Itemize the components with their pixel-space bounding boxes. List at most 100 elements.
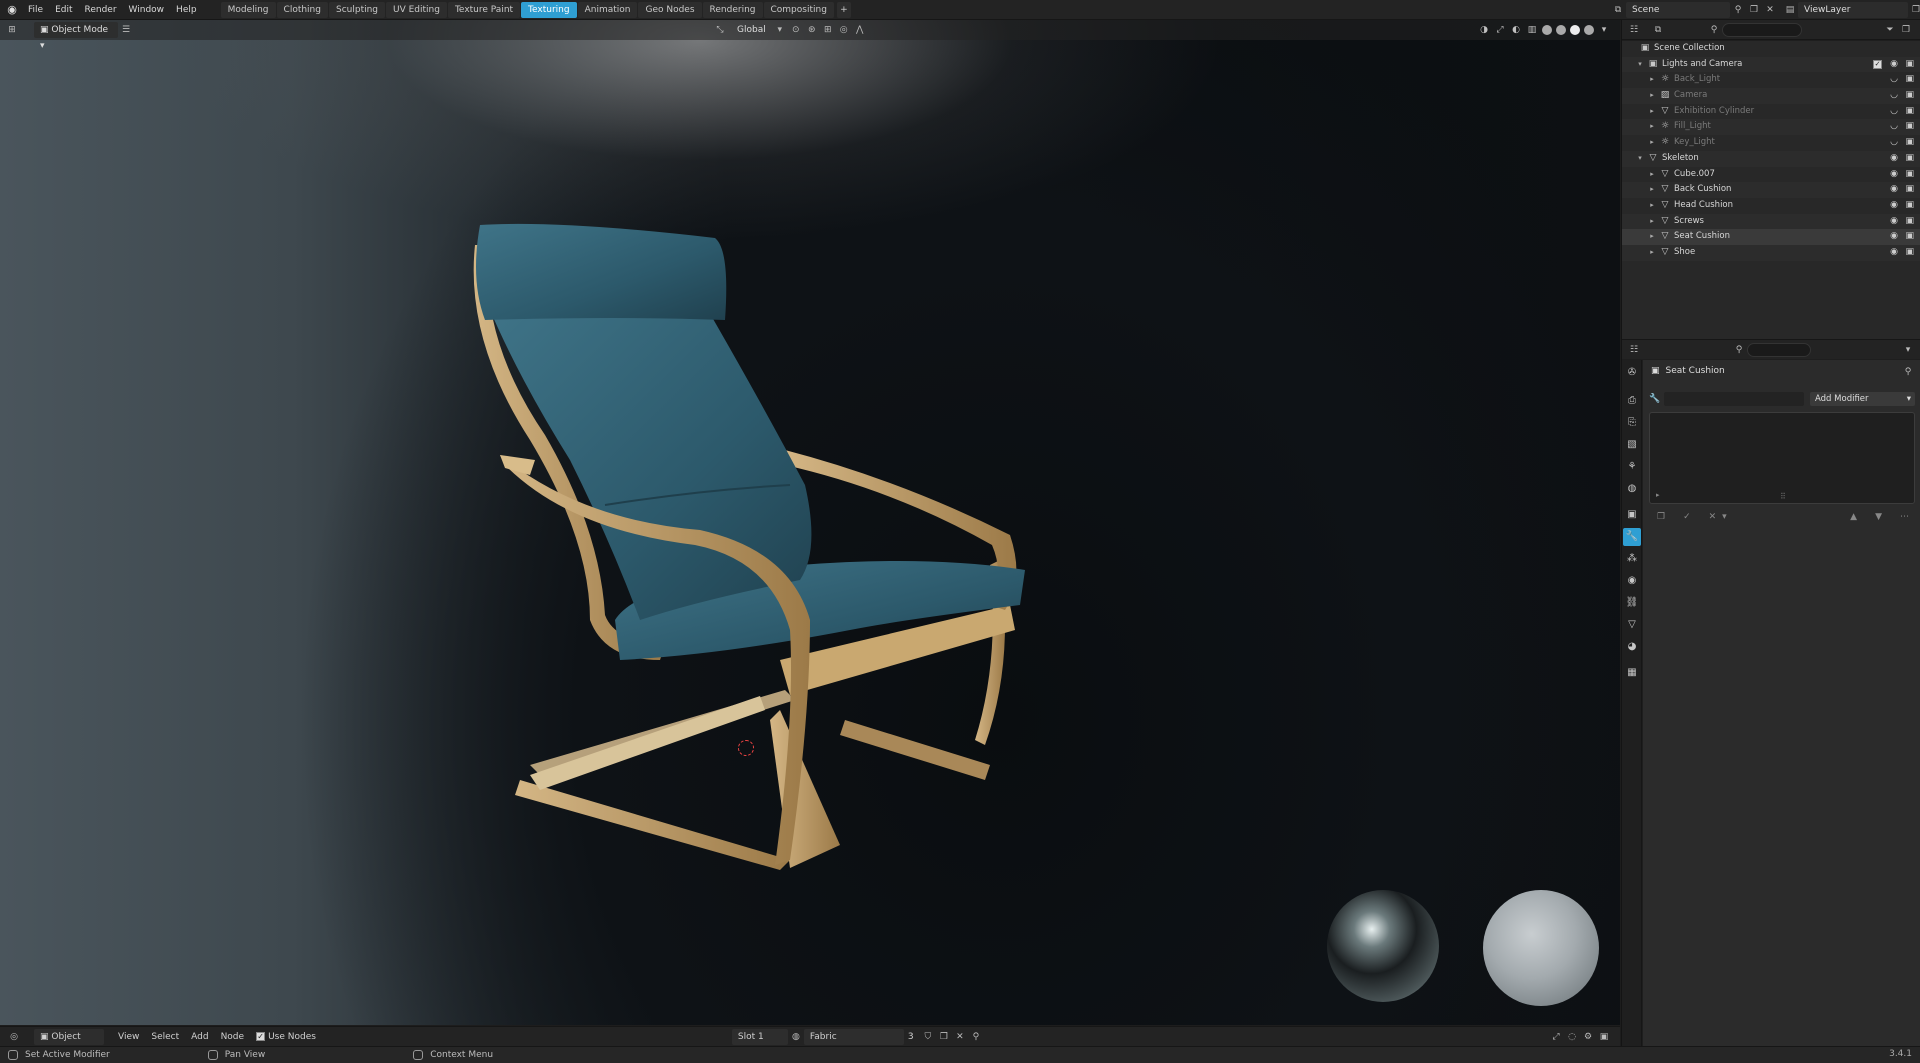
- material-users-count[interactable]: 3: [904, 1029, 920, 1045]
- render-toggle-icon[interactable]: ▣: [1905, 119, 1914, 135]
- expand-triangle-icon[interactable]: ▸: [1648, 104, 1656, 120]
- workspace-tab-animation[interactable]: Animation: [577, 1, 638, 18]
- eye-icon[interactable]: ◉: [1890, 182, 1898, 198]
- editor-type-icon[interactable]: ☷: [1626, 342, 1642, 358]
- expand-triangle-icon[interactable]: ▸: [1648, 88, 1656, 104]
- delete-scene-icon[interactable]: ✕: [1762, 2, 1778, 18]
- backdrop-icon[interactable]: ▣: [1596, 1029, 1612, 1045]
- eye-icon[interactable]: ◉: [1890, 151, 1898, 167]
- slot-dropdown[interactable]: Slot 1: [731, 1028, 788, 1045]
- physics-tab-icon[interactable]: ◉: [1623, 572, 1641, 590]
- render-tab-icon[interactable]: ⎙: [1623, 392, 1641, 410]
- scene-collection-row[interactable]: ▣ Scene Collection: [1622, 41, 1920, 57]
- expand-triangle-icon[interactable]: ▸: [1648, 214, 1656, 230]
- workspace-tab-sculpting[interactable]: Sculpting: [328, 1, 386, 18]
- render-toggle-icon[interactable]: ▣: [1905, 135, 1914, 151]
- material-tab-icon[interactable]: ◕: [1623, 638, 1641, 656]
- eye-icon[interactable]: ◉: [1890, 229, 1898, 245]
- expand-triangle-icon[interactable]: ▸: [1648, 245, 1656, 261]
- unlink-material-icon[interactable]: ✕: [952, 1029, 968, 1045]
- pin-icon[interactable]: ⚲: [1900, 364, 1916, 380]
- sidebar-toggle-icon[interactable]: ⚙: [1580, 1029, 1596, 1045]
- duplicate-material-icon[interactable]: ❐: [936, 1029, 952, 1045]
- expand-triangle-icon[interactable]: ▸: [1648, 119, 1656, 135]
- output-tab-icon[interactable]: ⎘: [1623, 414, 1641, 432]
- outliner-row[interactable]: ▸ ▽ Cube.007 ◉ ▣: [1622, 167, 1920, 183]
- outliner-row[interactable]: ▸ ▨ Camera ◡ ▣: [1622, 88, 1920, 104]
- resize-handle-icon[interactable]: ⠿: [1780, 492, 1786, 501]
- move-up-icon[interactable]: ▲: [1850, 512, 1857, 522]
- outliner-row[interactable]: ▸ ▽ Head Cushion ◉ ▣: [1622, 198, 1920, 214]
- view-layer-icon[interactable]: ▤: [1782, 2, 1798, 18]
- eye-closed-icon[interactable]: ◡: [1890, 135, 1898, 151]
- outliner-row[interactable]: ▸ ☼ Back_Light ◡ ▣: [1622, 72, 1920, 88]
- new-scene-icon[interactable]: ❐: [1746, 2, 1762, 18]
- data-tab-icon[interactable]: ▽: [1623, 616, 1641, 634]
- workspace-tab-modeling[interactable]: Modeling: [220, 1, 276, 18]
- workspace-tab-texture-paint[interactable]: Texture Paint: [447, 1, 521, 18]
- search-input[interactable]: [1722, 22, 1802, 37]
- eye-icon[interactable]: ◉: [1890, 167, 1898, 183]
- expand-triangle-icon[interactable]: ▸: [1648, 182, 1656, 198]
- menu-file[interactable]: File: [22, 0, 49, 20]
- scene-name-field[interactable]: Scene: [1626, 2, 1730, 18]
- display-mode-icon[interactable]: ⧉: [1650, 22, 1666, 38]
- workspace-tab-compositing[interactable]: Compositing: [763, 1, 834, 18]
- eye-icon[interactable]: ◉: [1890, 214, 1898, 230]
- workspace-tab-rendering[interactable]: Rendering: [702, 1, 763, 18]
- render-toggle-icon[interactable]: ▣: [1905, 182, 1914, 198]
- expand-triangle-icon[interactable]: ▸: [1648, 135, 1656, 151]
- snap-icon[interactable]: ⤢: [1548, 1029, 1564, 1045]
- outliner-row[interactable]: ▸ ▽ Seat Cushion ◉ ▣: [1622, 229, 1920, 245]
- scene-icon[interactable]: ⧉: [1610, 2, 1626, 18]
- view-layer-field[interactable]: ViewLayer: [1798, 2, 1908, 18]
- new-view-layer-icon[interactable]: ❐: [1908, 2, 1920, 18]
- outliner-row[interactable]: ▾ ▽ Skeleton ◉ ▣: [1622, 150, 1920, 167]
- constraints-tab-icon[interactable]: ⛓: [1623, 594, 1641, 612]
- modifier-tab-icon[interactable]: 🔧: [1623, 528, 1641, 546]
- fake-user-icon[interactable]: ⛉: [920, 1029, 936, 1045]
- 3d-cursor[interactable]: [738, 740, 754, 756]
- shader-type-dropdown[interactable]: ▣ Object: [34, 1028, 104, 1045]
- exclude-checkbox[interactable]: ✓: [1873, 59, 1882, 69]
- menu-view[interactable]: View: [112, 1029, 145, 1045]
- eye-closed-icon[interactable]: ◡: [1890, 119, 1898, 135]
- add-workspace-button[interactable]: +: [836, 1, 851, 18]
- copy-icon[interactable]: ❐: [1657, 512, 1665, 522]
- workspace-tab-uv-editing[interactable]: UV Editing: [386, 1, 447, 18]
- object-tab-icon[interactable]: ▣: [1623, 506, 1641, 524]
- new-collection-icon[interactable]: ❐: [1898, 22, 1914, 38]
- material-name-field[interactable]: Fabric: [803, 1028, 904, 1045]
- eye-icon[interactable]: ◉: [1890, 245, 1898, 261]
- expand-triangle-icon[interactable]: ▸: [1648, 167, 1656, 183]
- menu-edit[interactable]: Edit: [49, 0, 78, 20]
- eye-closed-icon[interactable]: ◡: [1890, 104, 1898, 120]
- filter-icon[interactable]: ⏷: [1882, 22, 1898, 38]
- pin-icon[interactable]: ⚲: [968, 1029, 984, 1045]
- collapse-triangle-icon[interactable]: ▾: [1636, 151, 1644, 167]
- render-toggle-icon[interactable]: ▣: [1905, 245, 1914, 261]
- world-tab-icon[interactable]: ◍: [1623, 480, 1641, 498]
- render-toggle-icon[interactable]: ▣: [1905, 214, 1914, 230]
- scene-tab-icon[interactable]: ⚘: [1623, 458, 1641, 476]
- eye-closed-icon[interactable]: ◡: [1890, 72, 1898, 88]
- workspace-tab-texturing[interactable]: Texturing: [521, 1, 577, 18]
- outliner-row[interactable]: ▸ ☼ Key_Light ◡ ▣: [1622, 135, 1920, 151]
- material-sphere-icon[interactable]: ◍: [788, 1029, 804, 1045]
- workspace-tab-geo-nodes[interactable]: Geo Nodes: [638, 1, 702, 18]
- blender-logo-icon[interactable]: ◉: [2, 0, 22, 20]
- expand-triangle-icon[interactable]: ▸: [1656, 491, 1660, 499]
- menu-select[interactable]: Select: [145, 1029, 185, 1045]
- render-toggle-icon[interactable]: ▣: [1905, 151, 1914, 167]
- render-toggle-icon[interactable]: ▣: [1905, 229, 1914, 245]
- outliner-row[interactable]: ▸ ▽ Screws ◉ ▣: [1622, 213, 1920, 230]
- collapse-triangle-icon[interactable]: ▾: [1636, 57, 1644, 73]
- more-icon[interactable]: ⋯: [1900, 512, 1909, 522]
- editor-type-icon[interactable]: ◎: [6, 1029, 22, 1045]
- delete-icon[interactable]: ✕: [1709, 512, 1717, 522]
- outliner-row[interactable]: ▾ ▣ Lights and Camera ✓ ◉ ▣: [1622, 56, 1920, 73]
- use-nodes-checkbox[interactable]: ✓ Use Nodes: [250, 1029, 322, 1045]
- outliner-row[interactable]: ▸ ▽ Back Cushion ◉ ▣: [1622, 182, 1920, 198]
- add-modifier-button[interactable]: Add Modifier ▾: [1810, 392, 1915, 406]
- menu-add[interactable]: Add: [185, 1029, 214, 1045]
